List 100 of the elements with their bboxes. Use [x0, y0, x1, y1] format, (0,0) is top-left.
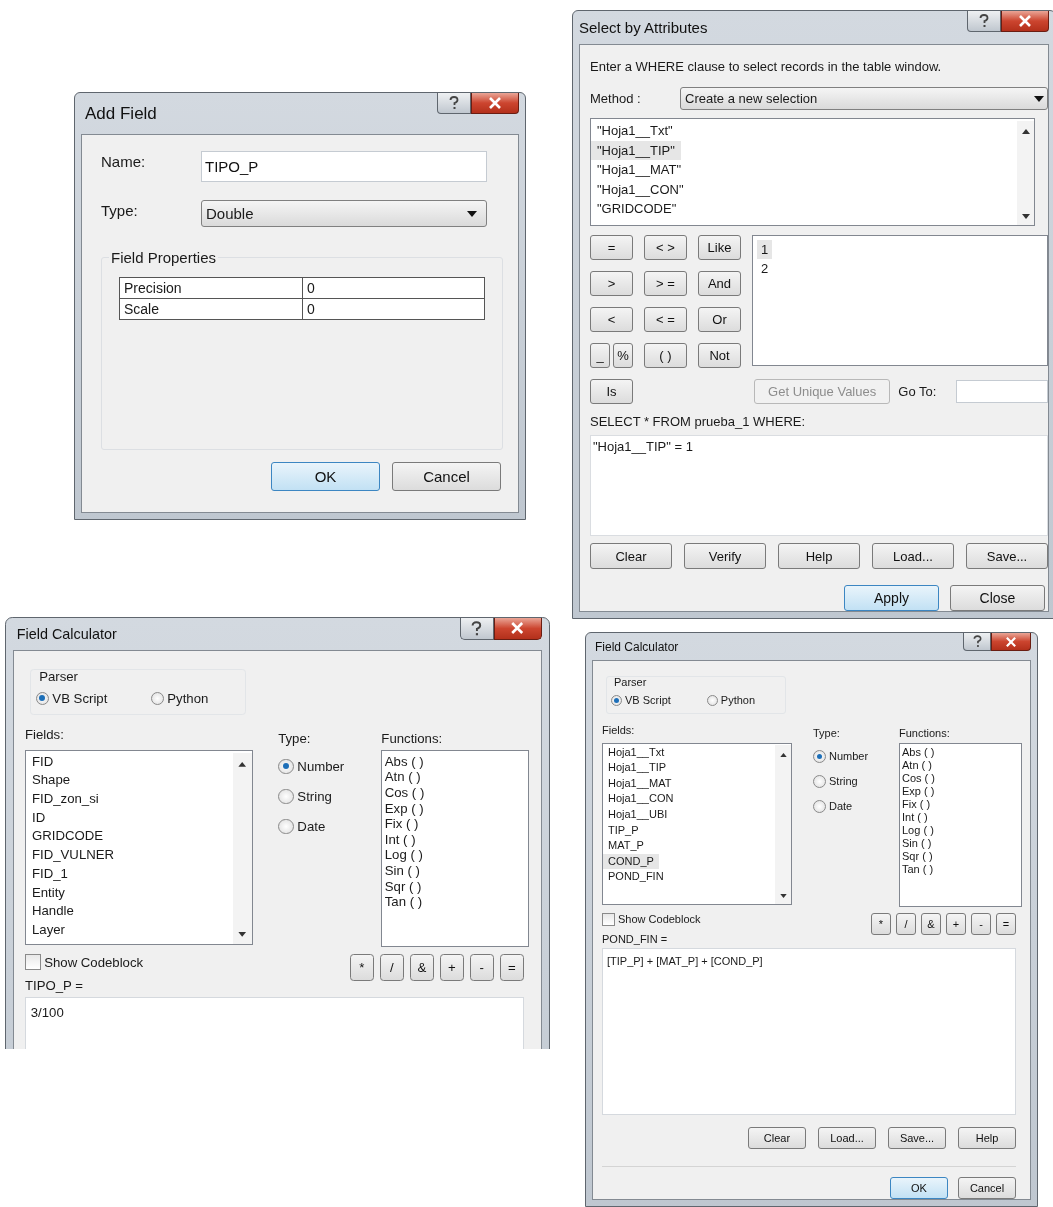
field-item[interactable]: Handle	[26, 902, 80, 922]
action-button[interactable]: Load...	[872, 543, 954, 569]
scrollbar[interactable]	[1017, 121, 1034, 225]
field-item[interactable]: MAT_P	[603, 838, 649, 854]
radio-button[interactable]	[813, 749, 826, 763]
function-item[interactable]: Log ( )	[382, 847, 426, 863]
operator-button[interactable]: =	[996, 912, 1016, 935]
function-item[interactable]: Sqr ( )	[382, 878, 424, 895]
type-dropdown[interactable]: Double	[201, 200, 487, 227]
ok-button[interactable]: OK	[890, 1177, 948, 1199]
function-item[interactable]: Fix ( )	[382, 816, 421, 832]
action-button[interactable]: Load...	[818, 1127, 876, 1149]
method-dropdown[interactable]: Create a new selection	[680, 87, 1048, 110]
function-item[interactable]: Sin ( )	[382, 862, 423, 879]
function-item[interactable]: Atn ( )	[382, 769, 424, 785]
radio-button[interactable]	[35, 691, 49, 705]
function-item[interactable]: Tan ( )	[382, 894, 425, 910]
operator-button[interactable]: *	[871, 912, 891, 935]
field-item[interactable]: POND_FIN	[603, 869, 669, 885]
field-item[interactable]: "Hoja1__MAT"	[591, 160, 688, 180]
operator-button[interactable]: &	[409, 954, 434, 981]
field-item[interactable]: "Hoja1__CON"	[591, 179, 690, 199]
field-item[interactable]: GRIDCODE	[26, 827, 110, 847]
help-button[interactable]	[963, 633, 991, 651]
cancel-button[interactable]: Cancel	[392, 462, 501, 491]
function-item[interactable]: Int ( )	[900, 810, 930, 824]
field-item[interactable]: "GRIDCODE"	[591, 199, 683, 219]
field-item[interactable]: Layer	[26, 921, 71, 940]
expression-field[interactable]: [TIP_P] + [MAT_P] + [COND_P]	[602, 947, 1016, 1115]
function-item[interactable]: Log ( )	[900, 823, 936, 837]
radio-button[interactable]	[813, 774, 826, 788]
operator-button[interactable]: -	[971, 912, 991, 935]
operator-button[interactable]: Is	[590, 379, 633, 404]
action-button[interactable]: Help	[778, 543, 860, 569]
operator-button[interactable]: _	[590, 343, 610, 368]
operator-button[interactable]: +	[946, 912, 966, 935]
go-to-field[interactable]	[956, 380, 1048, 403]
value-item[interactable]: 2	[757, 259, 773, 278]
function-item[interactable]: Abs ( )	[382, 753, 426, 770]
operator-button[interactable]: Not	[698, 343, 741, 368]
operator-button[interactable]: > =	[644, 271, 687, 296]
operator-button[interactable]: /	[896, 912, 916, 935]
scroll-up-icon[interactable]	[1021, 129, 1030, 134]
function-item[interactable]: Exp ( )	[900, 784, 937, 798]
operator-button[interactable]: =	[499, 954, 524, 981]
radio-button[interactable]	[813, 799, 826, 813]
ok-button[interactable]: OK	[271, 462, 380, 491]
field-item[interactable]: FID	[26, 752, 60, 772]
operator-button[interactable]: < =	[644, 307, 687, 332]
scroll-down-icon[interactable]	[1021, 214, 1030, 219]
operator-button[interactable]: And	[698, 271, 741, 296]
action-button[interactable]: Help	[958, 1127, 1016, 1149]
operator-button[interactable]: /	[379, 954, 404, 981]
action-button[interactable]: Verify	[684, 543, 766, 569]
cancel-button[interactable]: Cancel	[958, 1177, 1016, 1199]
field-item[interactable]: "Hoja1__TIP"	[591, 140, 681, 160]
scrollbar[interactable]	[775, 744, 791, 904]
close-button[interactable]	[1001, 11, 1049, 32]
action-button[interactable]: Clear	[590, 543, 672, 569]
operator-button[interactable]: < >	[644, 235, 687, 260]
radio-button[interactable]	[706, 694, 718, 706]
function-item[interactable]: Fix ( )	[900, 797, 933, 811]
scrollbar[interactable]	[232, 752, 252, 944]
operator-button[interactable]: Like	[698, 235, 741, 260]
field-item[interactable]: TIP_P	[603, 822, 644, 839]
field-item[interactable]: Entity	[26, 883, 71, 903]
function-item[interactable]: Tan ( )	[900, 862, 936, 876]
help-button[interactable]	[460, 618, 494, 640]
scroll-up-icon[interactable]	[779, 752, 787, 757]
radio-button[interactable]	[278, 818, 294, 835]
table-cell[interactable]: 0	[302, 278, 484, 298]
table-cell[interactable]: 0	[302, 299, 484, 319]
query-field[interactable]: "Hoja1__TIP" = 1	[590, 435, 1048, 536]
field-item[interactable]: Hoja1__CON	[603, 791, 679, 808]
function-item[interactable]: Int ( )	[382, 831, 418, 848]
radio-button[interactable]	[611, 694, 622, 706]
radio-button[interactable]	[150, 691, 164, 705]
operator-button[interactable]: -	[469, 954, 494, 981]
function-item[interactable]: Sqr ( )	[900, 849, 935, 863]
operator-button[interactable]: *	[349, 954, 374, 981]
scroll-up-icon[interactable]	[238, 762, 247, 767]
operator-button[interactable]: ( )	[644, 343, 687, 368]
checkbox[interactable]	[602, 912, 615, 926]
radio-button[interactable]	[278, 758, 294, 775]
field-item[interactable]: Hoja1__TIP	[603, 760, 672, 776]
operator-button[interactable]: =	[590, 235, 633, 260]
expression-field[interactable]: 3/100	[25, 996, 524, 1049]
name-field[interactable]: TIPO_P	[201, 151, 487, 182]
close-button[interactable]	[991, 633, 1031, 651]
field-item[interactable]: Hoja1__UBI	[603, 807, 673, 823]
help-button[interactable]	[967, 11, 1001, 32]
function-item[interactable]: Exp ( )	[382, 800, 426, 817]
field-item[interactable]: Hoja1__Txt	[603, 744, 670, 761]
field-item[interactable]: "Hoja1__Txt"	[591, 121, 679, 141]
field-item[interactable]: FID_VULNER	[26, 846, 121, 865]
scroll-down-icon[interactable]	[779, 893, 787, 898]
close-button[interactable]	[493, 618, 542, 640]
scroll-down-icon[interactable]	[238, 931, 247, 937]
action-button[interactable]: Clear	[748, 1127, 806, 1149]
operator-button[interactable]: +	[439, 954, 464, 981]
